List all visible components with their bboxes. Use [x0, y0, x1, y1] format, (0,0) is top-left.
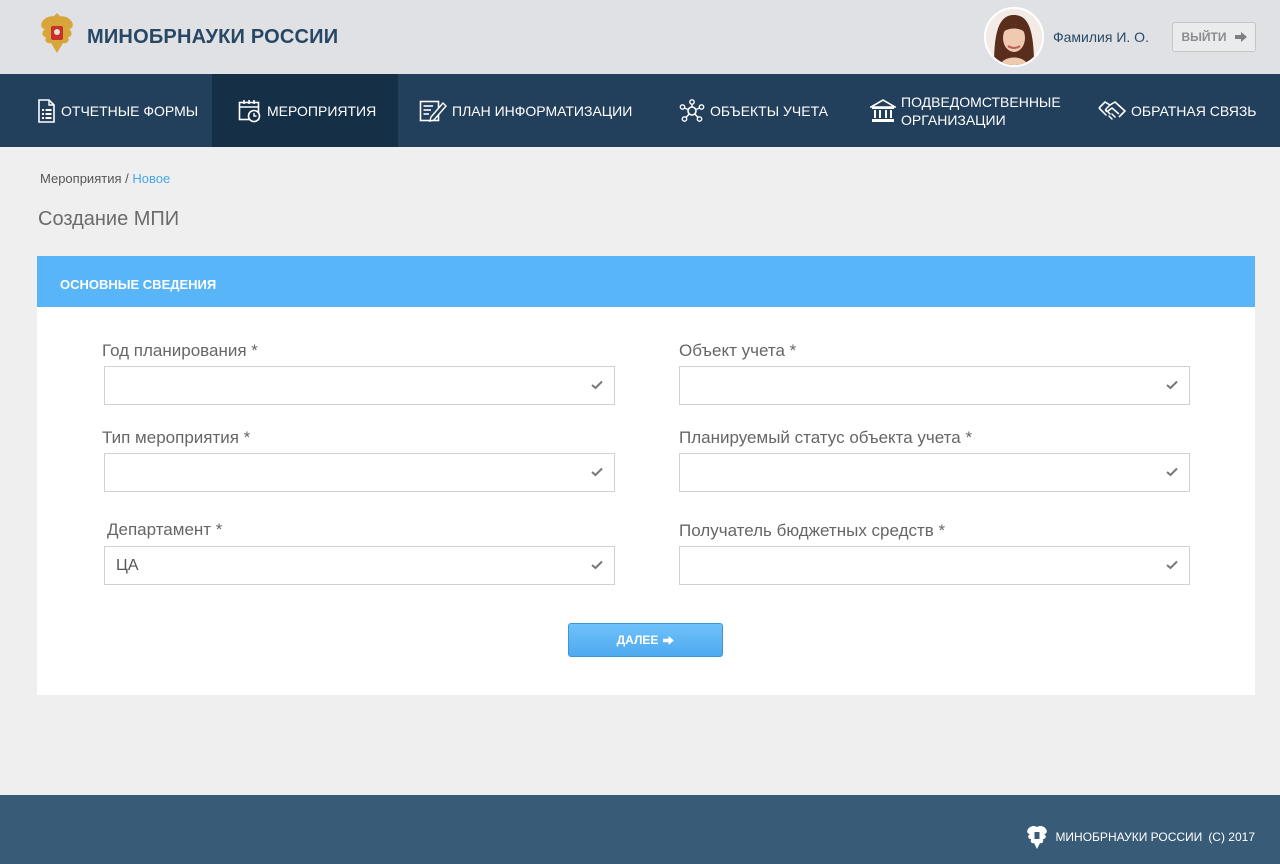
footer-copyright: МИНОБРНАУКИ РОССИИ (С) 2017 — [1025, 824, 1255, 850]
status-select[interactable] — [679, 453, 1190, 492]
check-icon — [1166, 467, 1178, 477]
nav-label: ОБРАТНАЯ СВЯЗЬ — [1131, 102, 1257, 119]
breadcrumb-parent-link[interactable]: Мероприятия — [40, 171, 122, 186]
edit-list-icon — [419, 100, 447, 122]
recipient-select[interactable] — [679, 546, 1190, 585]
year-select[interactable] — [104, 366, 615, 405]
department-label: Департамент * — [107, 520, 223, 539]
footer: МИНОБРНАУКИ РОССИИ (С) 2017 — [0, 795, 1280, 864]
nav-label-line1: ПОДВЕДОМСТВЕННЫЕ — [901, 93, 1061, 110]
nav-label: МЕРОПРИЯТИЯ — [267, 102, 377, 119]
nav-label: ОТЧЕТНЫЕ ФОРМЫ — [61, 102, 199, 119]
nav-label: ОБЪЕКТЫ УЧЕТА — [710, 102, 829, 119]
object-label: Объект учета * — [679, 341, 797, 360]
nav-item-feedback[interactable]: ОБРАТНАЯ СВЯЗЬ — [1080, 74, 1280, 147]
object-select[interactable] — [679, 366, 1190, 405]
check-icon — [1166, 560, 1178, 570]
logout-label: ВЫЙТИ — [1181, 30, 1227, 44]
recipient-label: Получатель бюджетных средств * — [679, 521, 946, 540]
check-icon — [591, 467, 603, 477]
network-icon — [679, 98, 705, 122]
year-label: Год планирования * — [102, 341, 258, 360]
nav-item-accounting-objects[interactable]: ОБЪЕКТЫ УЧЕТА — [650, 74, 850, 147]
section-header: ОСНОВНЫЕ СВЕДЕНИЯ — [37, 256, 1255, 307]
select-value: ЦА — [116, 557, 139, 574]
check-icon — [591, 560, 603, 570]
breadcrumb-separator: / — [121, 171, 133, 186]
event-type-label: Тип мероприятия * — [102, 428, 251, 447]
calendar-clock-icon — [238, 99, 261, 122]
arrow-right-icon — [663, 635, 675, 645]
arrow-right-icon — [1234, 32, 1247, 42]
logout-button[interactable]: ВЫЙТИ — [1172, 22, 1256, 52]
nav-label-line2: ОРГАНИЗАЦИИ — [901, 111, 1006, 128]
nav-item-subordinate-organizations[interactable]: ПОДВЕДОМСТВЕННЫЕ ОРГАНИЗАЦИИ — [850, 74, 1080, 147]
top-bar: МИНОБРНАУКИ РОССИИ Фамилия И. О. ВЫЙТИ — [0, 0, 1280, 74]
user-name[interactable]: Фамилия И. О. — [1053, 29, 1149, 45]
brand-title[interactable]: МИНОБРНАУКИ РОССИИ — [87, 26, 338, 49]
eagle-emblem-icon — [1027, 825, 1048, 849]
institution-icon — [870, 98, 896, 122]
page-title: Создание МПИ — [38, 208, 180, 230]
handshake-icon — [1098, 100, 1126, 120]
nav-item-events[interactable]: МЕРОПРИЯТИЯ — [212, 74, 398, 147]
nav-label: ПЛАН ИНФОРМАТИЗАЦИИ — [452, 102, 633, 119]
coat-of-arms-logo[interactable] — [37, 13, 77, 57]
check-icon — [591, 380, 603, 390]
main-nav: ОТЧЕТНЫЕ ФОРМЫ МЕРОПРИЯТИЯ ПЛАН ИНФОРМАТ… — [0, 74, 1280, 147]
next-button[interactable]: ДАЛЕЕ — [568, 623, 723, 657]
department-select[interactable]: ЦА — [104, 546, 615, 585]
check-icon — [1166, 380, 1178, 390]
footer-year: (С) 2017 — [1208, 830, 1255, 844]
nav-item-report-forms[interactable]: ОТЧЕТНЫЕ ФОРМЫ — [0, 74, 212, 147]
next-label: ДАЛЕЕ — [616, 633, 659, 647]
user-avatar[interactable] — [984, 7, 1044, 67]
nav-item-informatization-plan[interactable]: ПЛАН ИНФОРМАТИЗАЦИИ — [398, 74, 650, 147]
footer-text: МИНОБРНАУКИ РОССИИ — [1055, 830, 1203, 844]
document-icon — [38, 98, 55, 123]
breadcrumb: Мероприятия / Новое — [40, 171, 170, 186]
status-label: Планируемый статус объекта учета * — [679, 428, 973, 447]
event-type-select[interactable] — [104, 453, 615, 492]
breadcrumb-current: Новое — [132, 171, 171, 186]
